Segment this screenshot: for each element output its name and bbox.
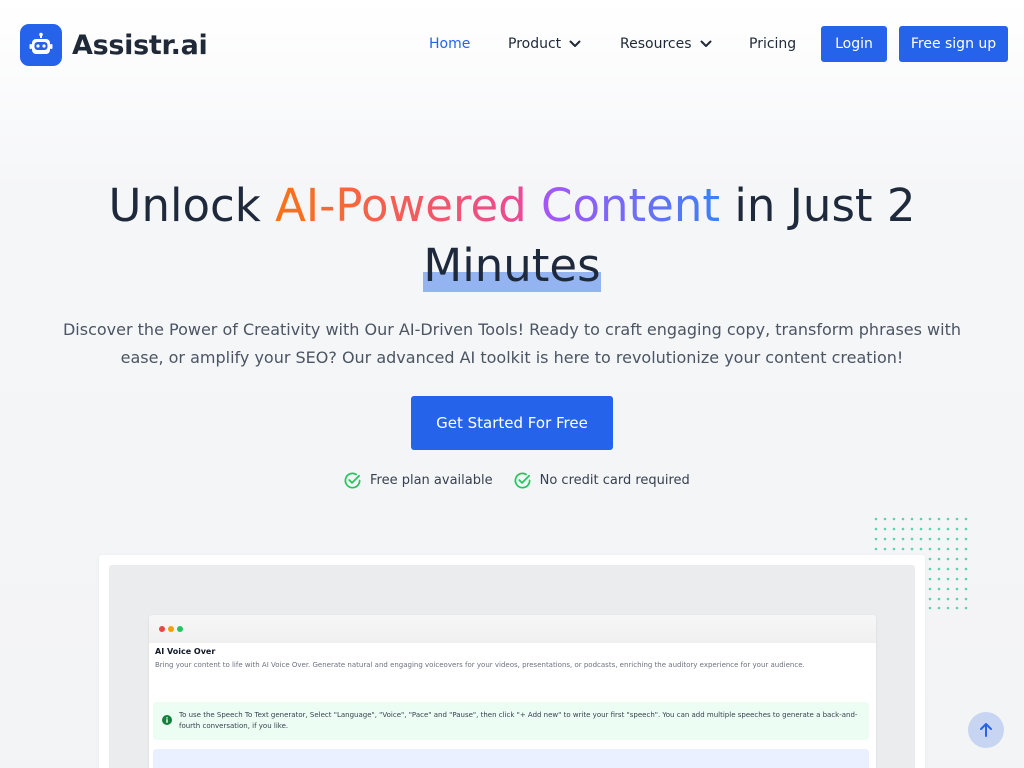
hero-title-part1: Unlock: [108, 179, 276, 232]
get-started-button[interactable]: Get Started For Free: [411, 396, 613, 450]
chevron-down-icon: [700, 40, 711, 47]
signup-button[interactable]: Free sign up: [899, 26, 1008, 62]
scroll-to-top-button[interactable]: [968, 712, 1004, 748]
nav-resources[interactable]: Resources: [620, 26, 712, 62]
site-header: Assistr.ai Home Product Resources Pricin…: [0, 0, 1024, 88]
speech-panel: [153, 749, 869, 768]
perk-label: Free plan available: [370, 472, 493, 488]
nav-resources-label: Resources: [620, 36, 692, 52]
window-close-dot: [159, 626, 165, 632]
hero-subtitle: Discover the Power of Creativity with Ou…: [62, 320, 961, 367]
preview-title: AI Voice Over: [155, 647, 216, 656]
info-text: To use the Speech To Text generator, Sel…: [179, 711, 858, 730]
nav-pricing-label: Pricing: [749, 36, 797, 52]
perks-list: Free plan available No credit card requi…: [343, 470, 710, 490]
hero-title-space: [527, 179, 541, 232]
nav-home[interactable]: Home: [429, 26, 470, 62]
perk-label: No credit card required: [539, 472, 690, 488]
nav-home-label: Home: [429, 36, 471, 52]
chevron-down-icon: [569, 40, 581, 47]
window-maximize-dot: [177, 626, 183, 632]
info-icon: [162, 715, 172, 725]
preview-window: AI Voice Over Bring your content to life…: [149, 615, 876, 768]
arrow-up-icon: [980, 723, 992, 737]
login-button[interactable]: Login: [821, 26, 887, 62]
info-box: To use the Speech To Text generator, Sel…: [153, 702, 869, 740]
check-circle-icon: [344, 472, 361, 489]
check-circle-icon: [514, 472, 531, 489]
window-minimize-dot: [168, 626, 174, 632]
hero-title-minutes: Minutes: [423, 239, 601, 292]
preview-description: Bring your content to life with AI Voice…: [155, 661, 805, 669]
hero-title-highlight-ai: AI-Powered: [275, 179, 527, 232]
hero-title-part2: in Just 2: [720, 179, 916, 232]
hero-title: Unlock AI-Powered Content in Just 2 Minu…: [0, 176, 1024, 296]
perk-item: Free plan available: [343, 471, 493, 490]
hero-title-highlight-content: Content: [541, 179, 721, 232]
nav-pricing[interactable]: Pricing: [749, 26, 796, 62]
nav-product[interactable]: Product: [508, 26, 581, 62]
main-nav: Home Product Resources Pricing Login Fre…: [0, 26, 1024, 62]
window-titlebar: [149, 615, 876, 643]
perk-item: No credit card required: [513, 471, 690, 490]
nav-product-label: Product: [508, 36, 562, 52]
